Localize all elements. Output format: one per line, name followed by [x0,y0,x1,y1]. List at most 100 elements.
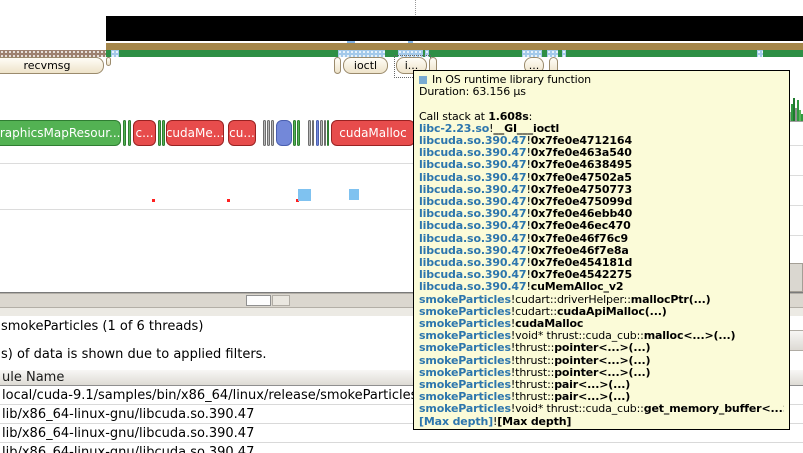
stack-frame: libcuda.so.390.47!cuMemAlloc_v2 [419,281,784,293]
timeline-bar-graphicsmapresour-[interactable]: GraphicsMapResour... [0,120,121,146]
timeline-bar-cudame-[interactable]: cudaMe... [166,120,224,146]
stack-module: smokeParticles [419,379,511,392]
timeline-bar-sliver[interactable] [320,120,323,146]
table-row[interactable]: lib/x86_64-linux-gnu/libcuda.so.390.47 [0,443,803,453]
scrollbar-corner[interactable] [789,263,803,292]
timeline-bar-sliver[interactable] [327,120,329,146]
timeline-bar-sliver[interactable] [276,120,292,146]
stack-module: libcuda.so.390.47 [419,281,527,294]
stack-symbol: 0x7fe0e4638495 [530,159,632,172]
stack-module: libcuda.so.390.47 [419,208,527,221]
event-marker-blue[interactable] [298,189,311,201]
stack-module: libcuda.so.390.47 [419,159,527,172]
timeline-bar-sliver[interactable] [293,120,296,146]
timeline-bar-sliver[interactable] [312,120,314,146]
profiler-window: recvmsg ioctl i... ... GraphicsMapResour… [0,0,803,453]
timeline-bar-sliver[interactable] [267,120,270,146]
filter-note: s) of data is shown due to applied filte… [1,347,267,362]
stack-symbol: 0x7fe0e46f7e8a [530,244,629,257]
stack-module: smokeParticles [419,403,511,416]
stack-module: libcuda.so.390.47 [419,135,527,148]
stack-frame: smokeParticles!cudart::driverHelper::mal… [419,294,784,306]
timeline-tick [347,41,355,43]
timeline-tick [408,41,413,43]
stack-symbol: 0x7fe0e46f76c9 [530,232,628,245]
stack-module: smokeParticles [419,305,511,318]
timeline-bar-sliver[interactable] [308,120,311,146]
stack-module: smokeParticles [419,330,511,343]
interval-ioctl-button[interactable]: ioctl [343,57,388,74]
stack-symbol: !thrust:: [510,342,555,355]
callstack-time: 1.608s [488,110,529,123]
os-runtime-activity-patch[interactable] [757,50,763,57]
tooltip-stack: libc-2.23.so!__GI___ioctl libcuda.so.390.… [419,123,784,428]
stack-symbol: 0x7fe0e475099d [530,196,633,209]
timeline-bar-sliver[interactable] [123,120,126,146]
stack-symbol: pointer<...>(...) [554,342,651,355]
stack-module: libc-2.23.so [419,122,490,135]
interval-sliver[interactable] [106,57,111,66]
stack-symbol: __GI___ioctl [493,122,560,135]
timeline-bar-sliver[interactable] [324,120,326,146]
stack-symbol: !thrust:: [510,379,555,392]
stack-frame: smokeParticles!thrust::pair<...>(...) [419,379,784,391]
stack-symbol: !thrust:: [510,391,555,404]
timeline-bar-sliver[interactable] [271,120,274,146]
os-runtime-pattern-strip[interactable] [0,50,106,57]
stack-symbol: 0x7fe0e454181d [530,257,633,270]
timeline-dense-intervals-strip[interactable] [106,16,803,41]
tooltip-title-line: In OS runtime library function [419,74,784,86]
stack-frame: libcuda.so.390.47!0x7fe0e47502a5 [419,172,784,184]
stack-frame: libcuda.so.390.47!0x7fe0e4712164 [419,135,784,147]
scrollbar-thumb-secondary[interactable] [272,295,290,306]
timeline-bar-cu-[interactable]: cu... [228,120,256,146]
timeline-bar-sliver[interactable] [316,120,319,146]
timeline-bar-sliver[interactable] [128,120,131,146]
os-runtime-legend-icon [419,76,427,84]
timeline-bar-cudamalloc[interactable]: cudaMalloc [331,120,415,146]
os-runtime-activity-patch[interactable] [338,50,385,57]
stack-symbol: !thrust:: [510,366,555,379]
os-runtime-activity-patch[interactable] [547,50,558,57]
interval-sliver[interactable] [334,57,341,74]
timeline-bar-sliver[interactable] [263,120,266,146]
os-runtime-green-strip[interactable] [106,50,803,57]
stack-module: libcuda.so.390.47 [419,257,527,270]
os-runtime-activity-patch[interactable] [111,50,119,57]
stack-module: libcuda.so.390.47 [419,171,527,184]
event-marker-red[interactable] [227,199,230,202]
os-runtime-activity-patch[interactable] [522,50,542,57]
stack-module: libcuda.so.390.47 [419,269,527,282]
scrollbar-thumb[interactable] [246,295,271,306]
tooltip-title: In OS runtime library function [432,74,591,86]
stack-module: libcuda.so.390.47 [419,183,527,196]
stack-frame: libcuda.so.390.47!0x7fe0e4638495 [419,159,784,171]
stack-symbol: 0x7fe0e46ebb40 [530,208,633,221]
stack-frame: smokeParticles!cudaMalloc [419,318,784,330]
stack-frame: libcuda.so.390.47!0x7fe0e4750773 [419,184,784,196]
tooltip-callstack-heading: Call stack at 1.608s: [419,111,784,123]
stack-symbol: get_memory_buffer<...>(...) [643,403,784,416]
timeline-tan-strip[interactable] [106,43,803,50]
timeline-bar-sliver[interactable] [297,120,300,146]
stack-module: smokeParticles [419,366,511,379]
stack-frame: smokeParticles!void* thrust::cuda_cub::m… [419,330,784,342]
event-marker-blue[interactable] [349,189,359,200]
stack-module: [Max depth] [419,415,493,428]
interval-recvmsg-button[interactable]: recvmsg [0,57,104,74]
row-separator [789,205,803,206]
stack-symbol: !cudart:: [510,305,557,318]
timeline-bar-sliver[interactable] [158,120,161,146]
stack-frame: [Max depth]![Max depth] [419,416,784,428]
stack-symbol: !void* thrust::cuda_cub:: [510,403,644,416]
stack-frame: libcuda.so.390.47!0x7fe0e46ec470 [419,220,784,232]
os-runtime-activity-patch[interactable] [562,50,566,57]
event-marker-red[interactable] [152,199,155,202]
timeline-bar-sliver[interactable] [162,120,165,146]
stack-symbol: [Max depth] [497,415,572,428]
stack-symbol: cudaApiMalloc(...) [556,305,667,318]
stack-frame: smokeParticles!thrust::pointer<...>(...) [419,355,784,367]
callstack-suffix: : [528,110,533,123]
stack-symbol: 0x7fe0e4542275 [530,269,632,282]
timeline-bar-c-[interactable]: c... [133,120,156,146]
